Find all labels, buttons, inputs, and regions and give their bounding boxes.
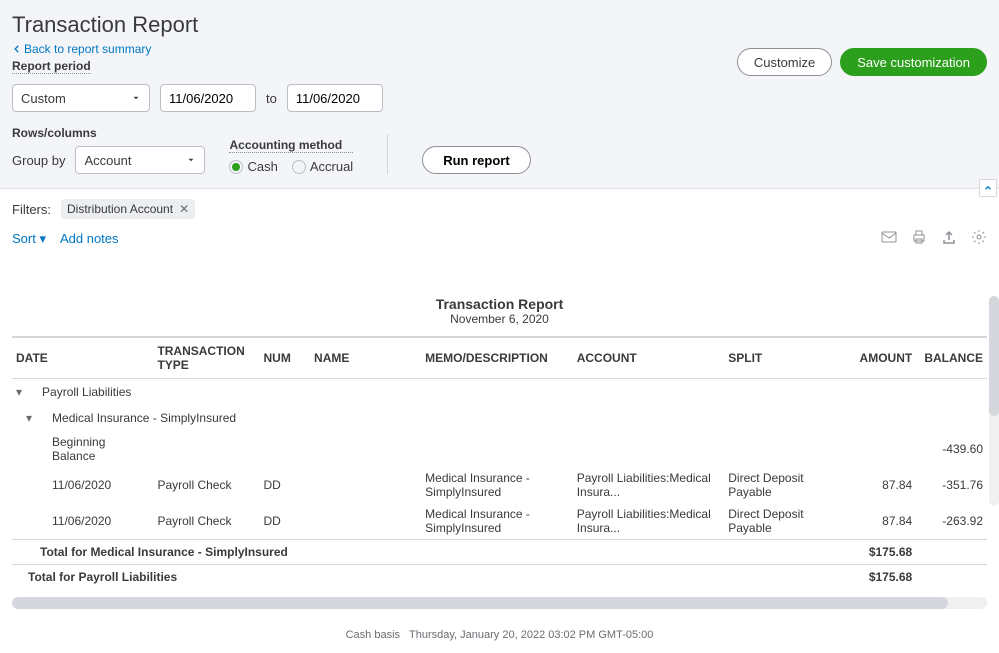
vertical-scrollbar[interactable] bbox=[989, 296, 999, 506]
page-title: Transaction Report bbox=[12, 12, 987, 38]
filter-chip-close[interactable]: ✕ bbox=[179, 202, 189, 216]
scrollbar-thumb[interactable] bbox=[12, 597, 948, 609]
group-by-value: Account bbox=[84, 153, 131, 168]
chevron-up-icon bbox=[983, 183, 993, 193]
cell-amount: 87.84 bbox=[845, 503, 916, 540]
col-split: SPLIT bbox=[724, 337, 845, 379]
report-subtitle: November 6, 2020 bbox=[12, 312, 987, 326]
cash-radio-label: Cash bbox=[247, 159, 277, 174]
footer-timestamp: Thursday, January 20, 2022 03:02 PM GMT-… bbox=[409, 629, 653, 641]
report-period-label: Report period bbox=[12, 59, 91, 74]
table-row[interactable]: 11/06/2020 Payroll Check DD Medical Insu… bbox=[12, 467, 987, 503]
scrollbar-thumb[interactable] bbox=[989, 296, 999, 416]
accounting-method-label: Accounting method bbox=[229, 138, 353, 153]
cell-account: Payroll Liabilities:Medical Insura... bbox=[573, 467, 725, 503]
cell-date: 11/06/2020 bbox=[12, 503, 153, 540]
cell-balance: -351.76 bbox=[916, 467, 987, 503]
date-to-input[interactable] bbox=[287, 84, 383, 112]
collapse-header-button[interactable] bbox=[979, 179, 997, 197]
total-group2-label: Total for Medical Insurance - SimplyInsu… bbox=[12, 540, 845, 565]
cash-radio[interactable]: Cash bbox=[229, 159, 277, 174]
to-label: to bbox=[266, 91, 277, 106]
cell-num: DD bbox=[260, 503, 311, 540]
cell-split: Direct Deposit Payable bbox=[724, 503, 845, 540]
period-select-value: Custom bbox=[21, 91, 66, 106]
cell-split: Direct Deposit Payable bbox=[724, 467, 845, 503]
total-group2-amount: $175.68 bbox=[845, 540, 916, 565]
filter-chip-text: Distribution Account bbox=[67, 202, 173, 216]
cell-balance: -263.92 bbox=[916, 503, 987, 540]
col-memo: MEMO/DESCRIPTION bbox=[421, 337, 573, 379]
group-row-label: Payroll Liabilities bbox=[26, 385, 131, 399]
col-type: TRANSACTION TYPE bbox=[153, 337, 259, 379]
col-amount: AMOUNT bbox=[845, 337, 916, 379]
accrual-radio-label: Accrual bbox=[310, 159, 353, 174]
email-icon[interactable] bbox=[881, 229, 897, 248]
total-group1-amount: $175.68 bbox=[845, 565, 916, 590]
customize-button[interactable]: Customize bbox=[737, 48, 832, 76]
caret-down-icon bbox=[131, 93, 141, 103]
group-row-label: Medical Insurance - SimplyInsured bbox=[36, 411, 236, 425]
col-num: NUM bbox=[260, 337, 311, 379]
back-link[interactable]: Back to report summary bbox=[12, 42, 151, 56]
report-table: DATE TRANSACTION TYPE NUM NAME MEMO/DESC… bbox=[12, 336, 987, 589]
gear-icon[interactable] bbox=[971, 229, 987, 248]
beginning-balance-value: -439.60 bbox=[916, 431, 987, 467]
caret-down-icon bbox=[186, 155, 196, 165]
radio-dot-icon bbox=[292, 160, 306, 174]
cell-type: Payroll Check bbox=[153, 503, 259, 540]
sort-label: Sort bbox=[12, 231, 36, 246]
sort-menu[interactable]: Sort ▾ bbox=[12, 231, 46, 247]
cell-date: 11/06/2020 bbox=[12, 467, 153, 503]
table-row[interactable]: 11/06/2020 Payroll Check DD Medical Insu… bbox=[12, 503, 987, 540]
collapse-toggle-icon[interactable]: ▾ bbox=[26, 411, 32, 425]
date-from-input[interactable] bbox=[160, 84, 256, 112]
group-by-label: Group by bbox=[12, 153, 65, 168]
filter-chip: Distribution Account ✕ bbox=[61, 199, 195, 219]
cell-type: Payroll Check bbox=[153, 467, 259, 503]
radio-dot-icon bbox=[229, 160, 243, 174]
cell-account: Payroll Liabilities:Medical Insura... bbox=[573, 503, 725, 540]
cell-amount: 87.84 bbox=[845, 467, 916, 503]
print-icon[interactable] bbox=[911, 229, 927, 248]
cell-num: DD bbox=[260, 467, 311, 503]
export-icon[interactable] bbox=[941, 229, 957, 248]
accrual-radio[interactable]: Accrual bbox=[292, 159, 353, 174]
filters-label: Filters: bbox=[12, 202, 51, 217]
cell-name bbox=[310, 503, 421, 540]
cell-memo: Medical Insurance - SimplyInsured bbox=[421, 503, 573, 540]
collapse-toggle-icon[interactable]: ▾ bbox=[16, 385, 22, 399]
cell-memo: Medical Insurance - SimplyInsured bbox=[421, 467, 573, 503]
footer-basis: Cash basis bbox=[346, 629, 400, 641]
run-report-button[interactable]: Run report bbox=[422, 146, 530, 174]
col-balance: BALANCE bbox=[916, 337, 987, 379]
col-name: NAME bbox=[310, 337, 421, 379]
save-customization-button[interactable]: Save customization bbox=[840, 48, 987, 76]
col-account: ACCOUNT bbox=[573, 337, 725, 379]
beginning-balance-label: Beginning Balance bbox=[12, 431, 153, 467]
report-title: Transaction Report bbox=[12, 296, 987, 312]
cell-name bbox=[310, 467, 421, 503]
rows-columns-label: Rows/columns bbox=[12, 126, 205, 140]
total-group1-label: Total for Payroll Liabilities bbox=[12, 565, 845, 590]
vertical-divider bbox=[387, 134, 388, 174]
horizontal-scrollbar[interactable] bbox=[12, 597, 987, 609]
back-link-text: Back to report summary bbox=[24, 42, 151, 56]
period-select[interactable]: Custom bbox=[12, 84, 150, 112]
group-by-select[interactable]: Account bbox=[75, 146, 205, 174]
chevron-left-icon bbox=[12, 44, 22, 54]
col-date: DATE bbox=[12, 337, 153, 379]
add-notes-link[interactable]: Add notes bbox=[60, 231, 119, 246]
